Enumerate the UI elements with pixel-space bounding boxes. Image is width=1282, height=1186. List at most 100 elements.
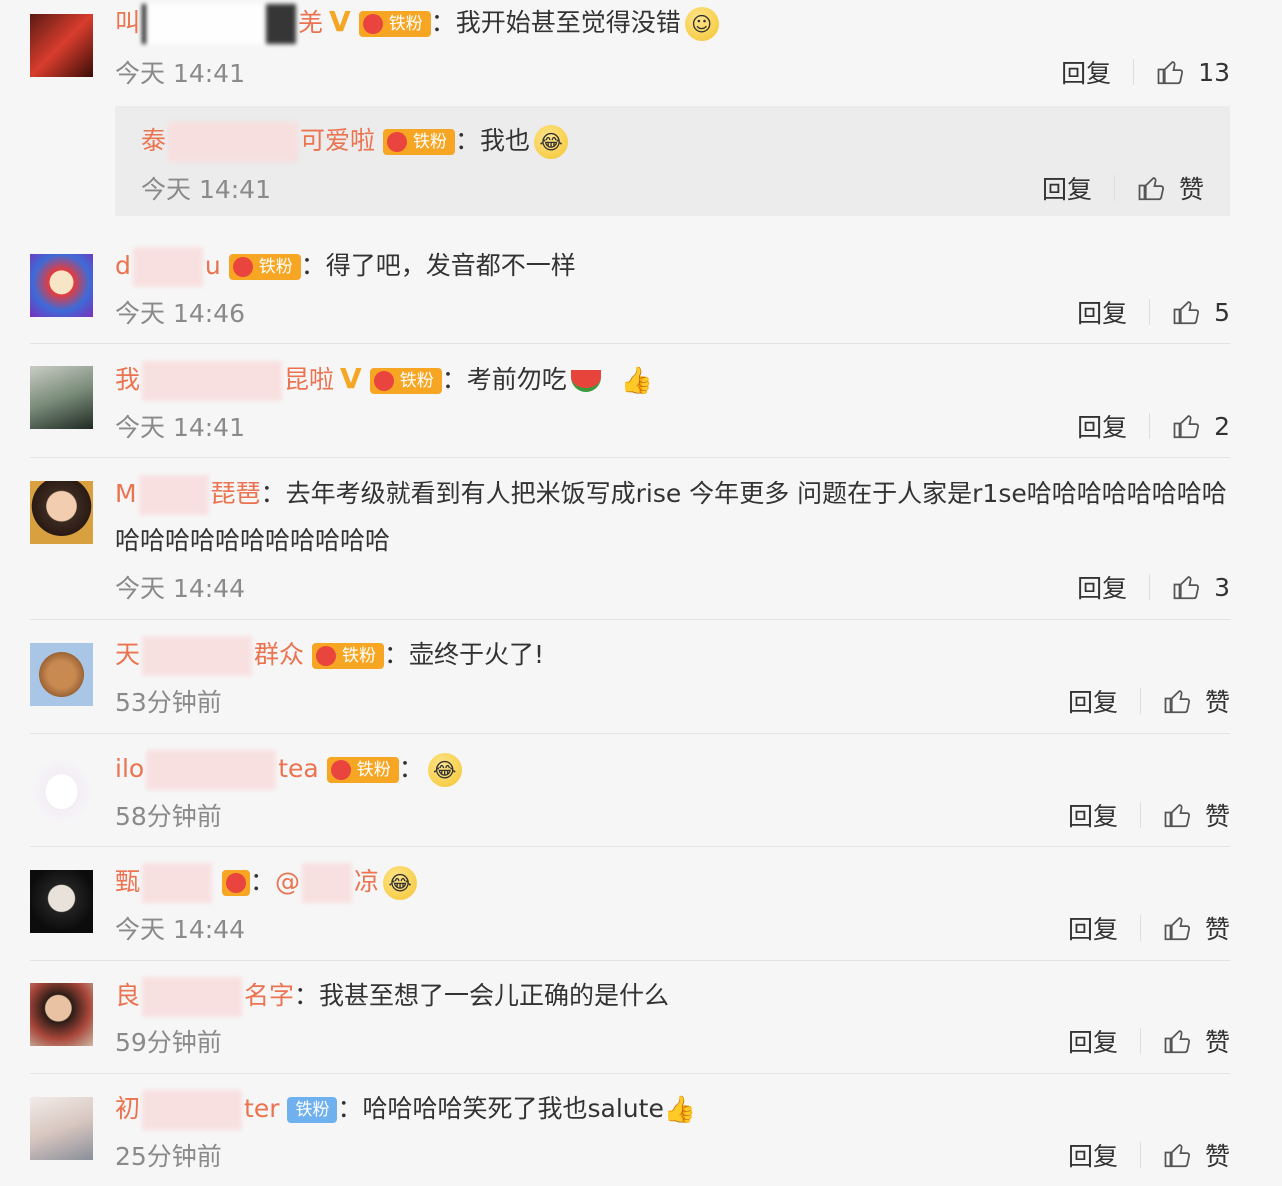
thumbs-up-emoji-icon: 👍	[620, 366, 654, 396]
comment-text: 去年考级就看到有人把米饭写成rise 今年更多 问题在于人家是r1se哈哈哈哈哈…	[285, 479, 1227, 508]
thumbs-up-icon	[1173, 415, 1200, 439]
divider	[1139, 802, 1141, 828]
reply-button[interactable]: 回复	[1077, 569, 1127, 605]
comment-time: 今天 14:46	[115, 299, 245, 328]
reply-button[interactable]: 回复	[1042, 170, 1092, 206]
thumbs-up-icon	[1157, 61, 1184, 85]
redacted-block	[142, 1090, 243, 1130]
username[interactable]: 初 ter	[115, 1090, 279, 1130]
reply-button[interactable]: 回复	[1068, 1137, 1118, 1173]
fan-badge[interactable]: 铁粉	[326, 757, 399, 783]
comment-divider	[30, 960, 1230, 961]
like-button[interactable]: 赞	[1163, 1023, 1230, 1059]
comment-text: 得了吧，发音都不一样	[325, 251, 576, 280]
like-count: 赞	[1204, 802, 1230, 831]
fan-badge[interactable]: 铁粉	[312, 643, 385, 669]
like-button[interactable]: 赞	[1163, 910, 1230, 946]
fan-badge[interactable]: 铁粉	[287, 1097, 338, 1123]
like-count: 2	[1214, 411, 1230, 441]
thumbs-up-icon	[1164, 690, 1191, 714]
like-button[interactable]: 赞	[1137, 170, 1204, 206]
reply-button[interactable]: 回复	[1077, 408, 1127, 444]
avatar[interactable]	[30, 1097, 93, 1160]
thumbs-up-icon	[1164, 804, 1191, 828]
redacted-block	[142, 361, 283, 401]
thumbs-up-icon	[1164, 1030, 1191, 1054]
username[interactable]: 天群众	[115, 636, 304, 676]
like-button[interactable]: 赞	[1163, 683, 1230, 719]
emoji-laugh-cry-icon: 😂	[383, 866, 418, 900]
username[interactable]: 良名字	[115, 977, 294, 1017]
username[interactable]: du	[115, 247, 221, 287]
comment-text: 哈哈哈哈笑死了我也salute	[362, 1094, 664, 1123]
redacted-block	[142, 977, 243, 1017]
reply-button[interactable]: 回复	[1077, 294, 1127, 330]
fan-badge[interactable]: 铁粉	[358, 11, 431, 37]
divider	[1149, 299, 1151, 325]
comment-text: 我也	[480, 126, 531, 155]
username[interactable]: 泰可爱啦	[141, 122, 375, 162]
redacted-block	[168, 122, 299, 162]
avatar[interactable]	[30, 757, 93, 820]
comment-time: 今天 14:44	[115, 915, 245, 944]
reply-button[interactable]: 回复	[1068, 797, 1118, 833]
divider	[1139, 915, 1141, 941]
comment-time: 今天 14:44	[115, 574, 245, 603]
comment-text: 考前勿吃	[466, 365, 567, 394]
avatar[interactable]	[30, 481, 93, 544]
username[interactable]: 甄	[115, 863, 214, 903]
avatar[interactable]	[30, 643, 93, 706]
comment-divider	[30, 457, 1230, 458]
like-button[interactable]: 13	[1156, 57, 1230, 87]
avatar[interactable]	[30, 366, 93, 429]
fan-badge-icon[interactable]	[222, 870, 251, 896]
comment-text: 壶终于火了!	[409, 640, 545, 669]
username[interactable]: ilo tea	[115, 750, 319, 790]
like-button[interactable]: 5	[1172, 297, 1230, 327]
mention-link[interactable]: @ 凉	[275, 863, 379, 903]
avatar[interactable]	[30, 14, 93, 77]
comment-time: 今天 14:41	[115, 59, 245, 88]
like-button[interactable]: 赞	[1163, 797, 1230, 833]
like-count: 赞	[1204, 1028, 1230, 1057]
like-count: 5	[1214, 297, 1230, 327]
like-button[interactable]: 3	[1172, 572, 1230, 602]
comment-divider	[30, 619, 1230, 620]
avatar[interactable]	[30, 254, 93, 317]
thumbs-up-icon	[1164, 1144, 1191, 1168]
verified-v-icon: V	[329, 5, 351, 38]
emoji-face-icon: ☺	[684, 7, 719, 41]
comment-actions: 回复 13	[1061, 54, 1230, 90]
comment-divider	[30, 846, 1230, 847]
divider	[1133, 59, 1135, 85]
username[interactable]: M 琵琶	[115, 475, 261, 515]
divider	[1113, 175, 1115, 201]
redacted-block	[142, 636, 253, 676]
fan-badge[interactable]: 铁粉	[228, 254, 301, 280]
like-button[interactable]: 2	[1172, 411, 1230, 441]
comment-text-continued: 哈哈哈哈哈哈哈哈哈哈哈	[115, 526, 391, 555]
like-count: 赞	[1204, 688, 1230, 717]
fan-badge[interactable]: 铁粉	[369, 368, 442, 394]
comment-divider	[30, 343, 1230, 344]
reply-button[interactable]: 回复	[1068, 910, 1118, 946]
emoji-laugh-cry-icon: 😂	[534, 125, 569, 159]
username[interactable]: 我昆啦	[115, 361, 334, 401]
comment-actions: 回复 5	[1077, 294, 1230, 330]
reply-button[interactable]: 回复	[1068, 683, 1118, 719]
verified-v-icon: V	[340, 362, 362, 395]
like-count: 3	[1214, 572, 1230, 602]
reply-button[interactable]: 回复	[1068, 1023, 1118, 1059]
comment-time: 今天 14:41	[141, 175, 271, 204]
avatar[interactable]	[30, 870, 93, 933]
reply-button[interactable]: 回复	[1061, 54, 1111, 90]
like-button[interactable]: 赞	[1163, 1137, 1230, 1173]
avatar[interactable]	[30, 983, 93, 1046]
comment-actions: 回复 2	[1077, 408, 1230, 444]
username[interactable]: 叫羌	[115, 4, 323, 44]
fan-badge[interactable]: 铁粉	[383, 129, 456, 155]
thumbs-up-icon	[1173, 301, 1200, 325]
divider	[1149, 574, 1151, 600]
divider	[1139, 1028, 1141, 1054]
comment-actions: 回复 3	[1077, 569, 1230, 605]
